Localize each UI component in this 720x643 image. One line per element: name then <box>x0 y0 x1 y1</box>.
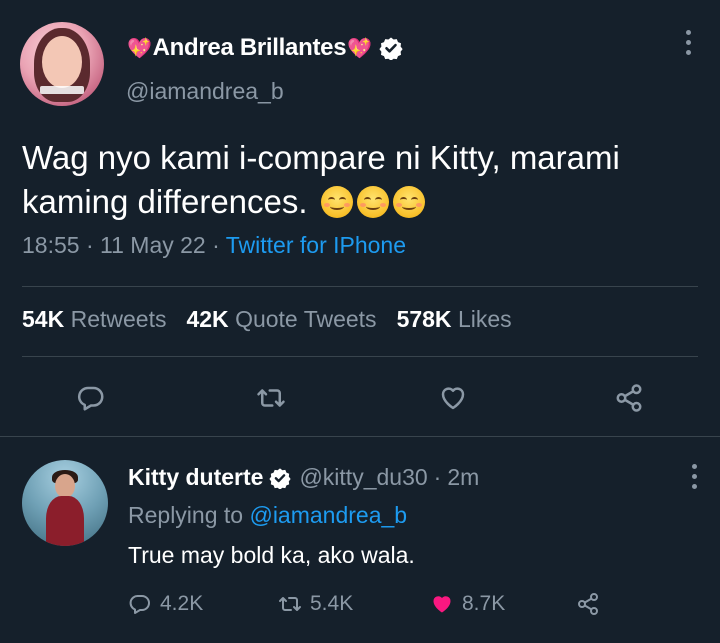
sparkling-heart-icon: 💖 <box>347 37 372 60</box>
reply-more-options-icon[interactable] <box>686 464 702 500</box>
reply-text: True may bold ka, ako wala. <box>128 542 415 568</box>
tweet-text: Wag nyo kami i-compare ni Kitty, marami … <box>22 136 702 224</box>
likes-count: 578K <box>396 306 452 332</box>
like-icon[interactable] <box>438 383 468 413</box>
tweet-date[interactable]: 11 May 22 <box>100 232 206 258</box>
likes-label: Likes <box>457 306 512 332</box>
verified-badge-icon <box>379 37 403 60</box>
author-display-name: Andrea Brillantes <box>152 34 347 61</box>
reply-time[interactable]: 2m <box>447 464 479 491</box>
replying-to-mention[interactable]: @iamandrea_b <box>249 502 407 528</box>
share-icon[interactable] <box>614 383 644 413</box>
tweet-time[interactable]: 18:55 <box>22 232 80 258</box>
author-handle[interactable]: @iamandrea_b <box>126 78 284 105</box>
quote-tweets-label: Quote Tweets <box>235 306 377 332</box>
meta-separator: · <box>433 464 442 490</box>
retweet-icon[interactable] <box>256 383 286 413</box>
smiling-face-icon <box>356 186 389 218</box>
divider <box>0 436 720 437</box>
tweet-meta: 18:55 · 11 May 22 · Twitter for IPhone <box>22 232 406 259</box>
reply-header: Kitty duterte @kitty_du30 · 2m <box>128 464 479 491</box>
reply-retweet-button[interactable]: 5.4K <box>278 592 353 616</box>
more-options-icon[interactable] <box>680 30 696 66</box>
meta-separator: · <box>85 232 94 258</box>
reply-count: 4.2K <box>160 592 204 615</box>
divider <box>22 356 698 357</box>
quote-tweets-stat[interactable]: 42K Quote Tweets <box>186 306 376 333</box>
reply-author-name[interactable]: Kitty duterte <box>128 464 263 491</box>
verified-badge-icon <box>269 467 292 489</box>
retweets-label: Retweets <box>70 306 167 332</box>
reply-actions: 4.2K 5.4K 8.7K <box>128 592 688 622</box>
author-name[interactable]: 💖 Andrea Brillantes 💖 <box>126 34 403 62</box>
reply-share-button[interactable] <box>576 592 608 616</box>
liked-heart-icon <box>433 596 451 613</box>
tweet-stats: 54K Retweets 42K Quote Tweets 578K Likes <box>22 306 512 333</box>
smiling-face-icon <box>392 186 425 218</box>
retweets-count: 54K <box>22 306 65 332</box>
tweet-body: Wag nyo kami i-compare ni Kitty, marami … <box>22 139 620 220</box>
likes-stat[interactable]: 578K Likes <box>397 306 512 333</box>
replying-to: Replying to @iamandrea_b <box>128 502 407 529</box>
reply-icon[interactable] <box>76 383 106 413</box>
retweet-icon <box>279 597 301 611</box>
tweet-source-link[interactable]: Twitter for IPhone <box>226 232 406 258</box>
avatar[interactable] <box>20 22 104 106</box>
reply-icon <box>129 595 150 614</box>
smiling-face-icon <box>320 186 353 218</box>
retweet-count: 5.4K <box>310 592 354 615</box>
divider <box>22 286 698 287</box>
meta-separator: · <box>212 232 220 258</box>
reply-like-button[interactable]: 8.7K <box>430 592 505 616</box>
sparkling-heart-icon: 💖 <box>127 37 152 60</box>
share-icon <box>578 593 598 615</box>
like-count: 8.7K <box>462 592 506 615</box>
replying-prefix: Replying to <box>128 502 244 528</box>
quote-tweets-count: 42K <box>186 306 229 332</box>
reply-author-handle[interactable]: @kitty_du30 <box>299 464 427 491</box>
reply-avatar[interactable] <box>22 460 108 546</box>
retweets-stat[interactable]: 54K Retweets <box>22 306 166 333</box>
reply-reply-button[interactable]: 4.2K <box>128 592 203 616</box>
